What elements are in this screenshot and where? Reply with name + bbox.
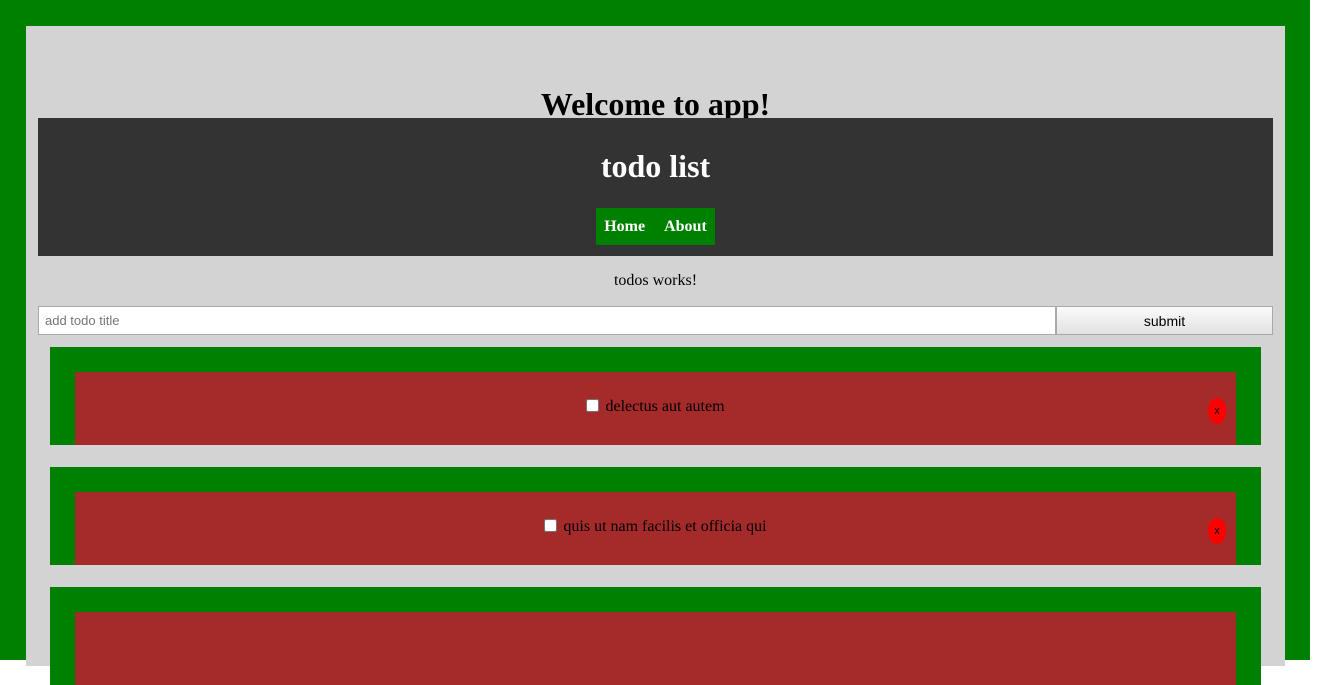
nav-link-home[interactable]: Home [604,218,645,236]
todo-complete-checkbox[interactable] [544,518,558,532]
todo-item-body: delectus aut autem x [75,372,1236,445]
todo-item-title: delectus aut autem [605,398,725,415]
todo-item-title: quis ut nam facilis et officia qui [563,518,767,535]
delete-todo-button[interactable]: x [1208,398,1226,424]
app-frame: Welcome to app! todo list Home About tod… [0,0,1310,685]
todo-complete-checkbox[interactable] [586,398,600,412]
app-content: Welcome to app! todo list Home About tod… [26,26,1285,685]
todo-item-content: delectus aut autem [75,398,1236,416]
header-title: todo list [600,148,711,184]
todo-item: delectus aut autem x [50,347,1261,445]
todo-header: todo list Home About [38,118,1273,256]
nav-link-about[interactable]: About [664,218,707,236]
main-nav: Home About [596,208,715,245]
todo-item-body [75,612,1236,685]
todos-status-text: todos works! [613,272,698,289]
todo-item [50,587,1261,685]
add-todo-form: submit [38,306,1273,335]
todo-item-body: quis ut nam facilis et officia qui x [75,492,1236,565]
submit-button[interactable]: submit [1056,306,1273,335]
delete-todo-button[interactable]: x [1208,518,1226,544]
todo-item: quis ut nam facilis et officia qui x [50,467,1261,565]
todo-title-input[interactable] [38,306,1056,335]
todo-item-content: quis ut nam facilis et officia qui [75,518,1236,536]
